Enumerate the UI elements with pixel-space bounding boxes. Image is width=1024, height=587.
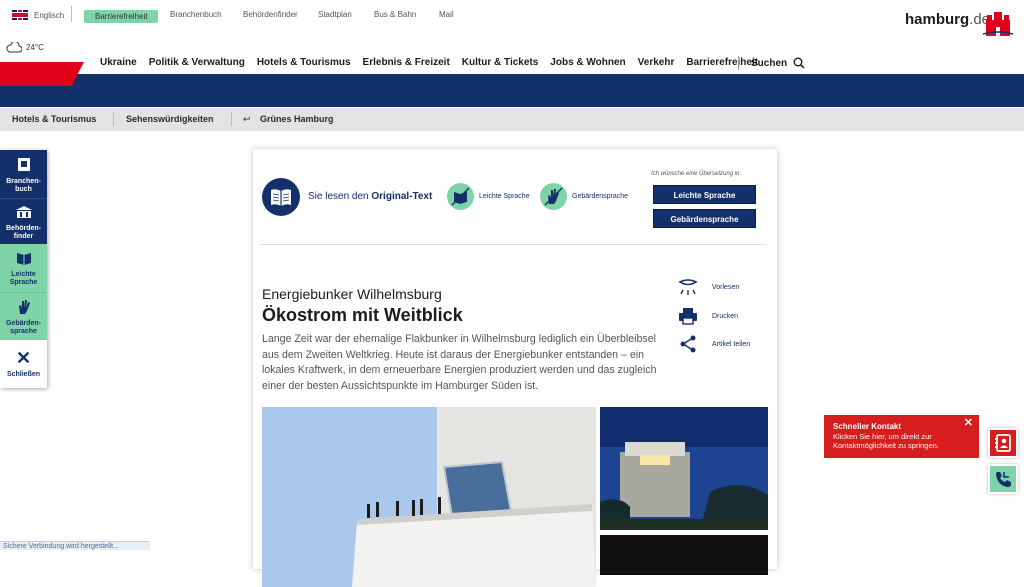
rail-label: Branchen- buch	[6, 178, 41, 193]
link-stadtplan[interactable]: Stadtplan	[318, 10, 352, 19]
cloud-icon	[6, 42, 22, 53]
action-label: Artikel teilen	[712, 340, 751, 348]
quick-contact-popup[interactable]: Schneller Kontakt Klicken Sie hier, um d…	[824, 415, 979, 458]
share-button[interactable]: Artikel teilen	[677, 334, 750, 354]
main-navigation: Ukraine Politik & Verwaltung Hotels & To…	[100, 57, 770, 68]
action-label: Drucken	[712, 312, 739, 320]
contact-book-button[interactable]	[988, 428, 1018, 458]
crumb-gruenes-hamburg[interactable]: Grünes Hamburg	[260, 114, 334, 124]
hero-band	[0, 74, 1024, 107]
option-label: Gebärdensprache	[572, 193, 629, 200]
rail-label: Behörden- finder	[6, 225, 41, 240]
rail-close-button[interactable]: ✕ Schließen	[0, 340, 47, 388]
logo-text: hamburg.de	[905, 11, 990, 28]
nav-kultur[interactable]: Kultur & Tickets	[462, 57, 539, 68]
speaker-lips-icon	[677, 277, 699, 297]
rail-branchenbuch[interactable]: Branchen- buch	[0, 150, 47, 198]
bunker-night-photo	[600, 407, 768, 530]
logo-name: hamburg	[905, 11, 970, 28]
open-book-icon	[262, 178, 300, 216]
divider	[261, 244, 767, 245]
search-button[interactable]: Suchen	[738, 56, 805, 70]
address-book-icon	[995, 434, 1011, 452]
translation-hint: Ich wünsche eine Übersetzung in:	[651, 171, 742, 177]
crumb-hotels[interactable]: Hotels & Tourismus	[12, 114, 96, 124]
phone-button[interactable]	[988, 464, 1018, 494]
temperature: 24°C	[26, 43, 44, 52]
reading-status: Sie lesen den Original-Text	[308, 191, 432, 202]
top-utility-bar: Englisch Barrierefreiheit Branchenbuch B…	[0, 0, 1024, 30]
nav-erlebnis[interactable]: Erlebnis & Freizeit	[363, 57, 450, 68]
translate-gebaerdensprache-button[interactable]: Gebärdensprache	[653, 209, 756, 228]
divider	[231, 112, 232, 126]
open-book-icon	[16, 253, 31, 265]
easy-language-crossed-icon	[447, 183, 474, 210]
nav-hotels[interactable]: Hotels & Tourismus	[257, 57, 351, 68]
sign-language-crossed-icon	[540, 183, 567, 210]
action-label: Vorlesen	[712, 283, 740, 291]
nav-jobs[interactable]: Jobs & Wohnen	[550, 57, 625, 68]
printer-icon	[677, 306, 699, 326]
language-label: Englisch	[34, 10, 65, 20]
close-icon: ✕	[15, 348, 32, 368]
rail-leichte-sprache[interactable]: Leichte Sprache	[0, 244, 47, 292]
crumb-sehenswuerdigkeiten[interactable]: Sehenswürdigkeiten	[126, 114, 214, 124]
nav-politik[interactable]: Politik & Verwaltung	[149, 57, 245, 68]
share-icon	[677, 334, 699, 354]
close-icon[interactable]: ✕	[964, 418, 973, 429]
option-gebaerdensprache[interactable]: Gebärdensprache	[540, 183, 628, 210]
reading-prefix: Sie lesen den	[308, 191, 369, 202]
rail-gebaerdensprache[interactable]: Gebärden- sprache	[0, 292, 47, 340]
weather-widget: 24°C	[6, 42, 44, 53]
book-icon	[17, 158, 30, 171]
bunker-terrace-photo	[262, 407, 596, 587]
rail-behoerdenfinder[interactable]: Behörden- finder	[0, 198, 47, 244]
castle-icon	[983, 12, 1013, 36]
uk-flag-icon	[12, 10, 28, 20]
link-branchenbuch[interactable]: Branchenbuch	[170, 10, 222, 19]
rail-label: Gebärden- sprache	[5, 320, 41, 335]
article-card: Sie lesen den Original-Text Leichte Spra…	[253, 149, 777, 587]
print-button[interactable]: Drucken	[677, 306, 738, 326]
search-icon	[793, 57, 805, 69]
nav-ukraine[interactable]: Ukraine	[100, 57, 137, 68]
read-aloud-button[interactable]: Vorlesen	[677, 277, 739, 297]
language-switch[interactable]: Englisch	[12, 10, 64, 20]
link-barrierefreiheit[interactable]: Barrierefreiheit	[84, 10, 159, 23]
rail-label: Leichte Sprache	[9, 271, 38, 286]
government-building-icon	[15, 206, 32, 218]
quick-title: Schneller Kontakt	[833, 422, 902, 431]
search-label: Suchen	[751, 57, 788, 69]
browser-status-bar: Sichere Verbindung wird hergestellt...	[0, 541, 150, 550]
hamburg-logo[interactable]: hamburg.de	[905, 6, 1017, 40]
article-title: Ökostrom mit Weitblick	[262, 305, 463, 325]
option-leichte-sprache[interactable]: Leichte Sprache	[447, 183, 530, 210]
option-label: Leichte Sprache	[479, 193, 530, 200]
link-mail[interactable]: Mail	[439, 10, 454, 19]
article-lead: Lange Zeit war der ehemalige Flakbunker …	[262, 333, 657, 392]
sign-language-hand-icon	[18, 300, 30, 314]
link-behoerdenfinder[interactable]: Behördenfinder	[243, 10, 298, 19]
link-bus-bahn[interactable]: Bus & Bahn	[374, 10, 416, 19]
phone-icon	[996, 472, 1011, 487]
divider	[71, 6, 72, 22]
article-subtitle: Energiebunker Wilhelmsburg	[262, 286, 442, 302]
translate-leichte-sprache-button[interactable]: Leichte Sprache	[653, 185, 756, 204]
rail-label: Schließen	[6, 371, 41, 378]
divider	[113, 112, 114, 126]
bunker-photo	[600, 535, 768, 575]
accessibility-rail: Branchen- buch Behörden- finder Leichte …	[0, 150, 47, 388]
quick-text: Klicken Sie hier, um direkt zur Kontaktm…	[833, 431, 939, 451]
back-arrow-icon[interactable]: ↩	[243, 114, 251, 125]
breadcrumb: Hotels & Tourismus Sehenswürdigkeiten ↩ …	[0, 108, 1024, 131]
nav-verkehr[interactable]: Verkehr	[638, 57, 675, 68]
reading-original: Original-Text	[371, 191, 433, 202]
